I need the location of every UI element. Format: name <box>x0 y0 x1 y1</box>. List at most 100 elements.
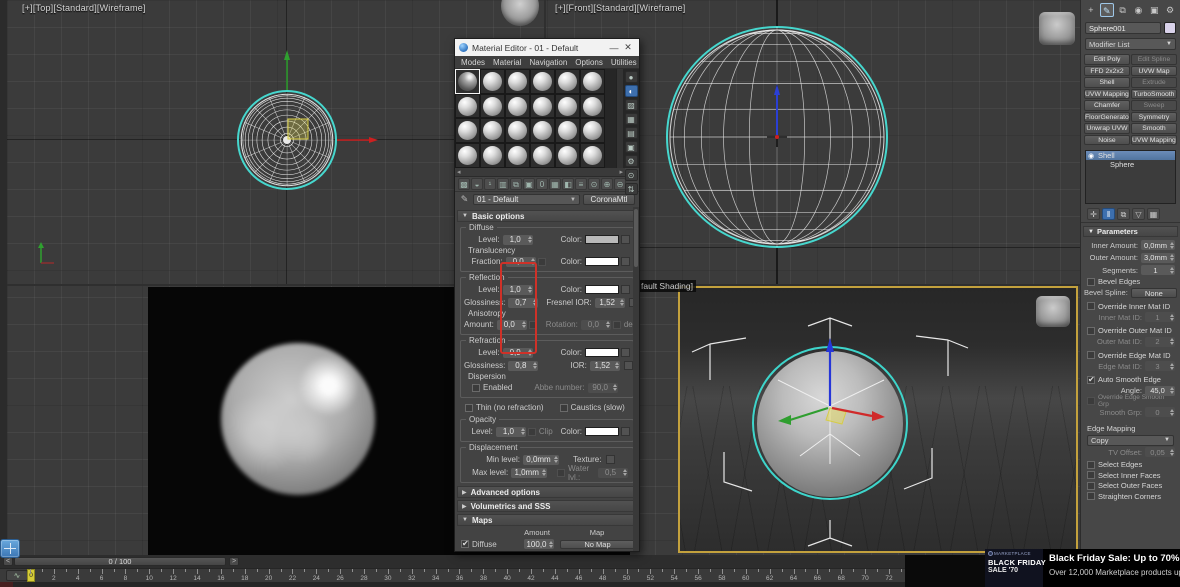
toolbar-icon[interactable]: ▥ <box>497 178 509 190</box>
time-slider[interactable]: 0 / 100 <box>14 557 226 566</box>
material-editor-window[interactable]: Material Editor - 01 - Default — ✕ Modes… <box>454 38 640 552</box>
side-toolbar-icon[interactable]: ▤ <box>624 127 638 139</box>
select-checkbox[interactable] <box>1087 471 1095 480</box>
side-toolbar-icon[interactable]: ● <box>624 71 638 83</box>
toolbar-icon[interactable]: ⊙ <box>588 178 600 190</box>
material-sample-slot[interactable] <box>455 143 480 168</box>
viewport-label-front[interactable]: [+][Front][Standard][Wireframe] <box>555 3 686 13</box>
modifier-button[interactable]: FFD 2x2x2 <box>1084 65 1130 76</box>
material-sample-slot[interactable] <box>555 93 580 119</box>
rotation-map-checkbox[interactable] <box>612 320 621 329</box>
track-bar[interactable]: ∿ 0 2 4 6 8 10 12 14 16 18 20 22 24 26 28 30 32 34 36 38 40… <box>0 568 985 582</box>
modifier-stack-row[interactable]: ◉ Shell <box>1086 151 1175 160</box>
command-panel-tab-icon[interactable]: ✎ <box>1099 3 1114 17</box>
map-enable-checkbox[interactable] <box>461 539 469 548</box>
side-toolbar-icon[interactable]: ⊙ <box>624 169 638 181</box>
stack-toolbar-icon[interactable]: ‖ <box>1102 208 1115 220</box>
top-view-wireframe-sphere[interactable] <box>195 45 379 235</box>
thin-checkbox[interactable] <box>465 403 473 412</box>
modifier-button[interactable]: Edit Spline <box>1131 54 1177 65</box>
modifier-button[interactable]: UVW Map <box>1131 65 1177 76</box>
water-level-spinner[interactable]: 0,5 <box>598 467 628 478</box>
tv-offset-spinner[interactable]: 0,05 <box>1145 447 1175 457</box>
stack-toolbar-icon[interactable]: ✛ <box>1087 208 1100 220</box>
previous-frame-button[interactable]: < <box>3 557 13 566</box>
override-checkbox[interactable] <box>1087 326 1095 335</box>
material-sample-slot[interactable] <box>555 143 580 168</box>
caustics-checkbox[interactable] <box>559 403 568 412</box>
modifier-stack-row[interactable]: ◉ Sphere <box>1086 160 1175 169</box>
displacement-texture-button[interactable] <box>606 455 616 464</box>
object-name-field[interactable]: Sphere001 <box>1085 22 1161 34</box>
edge-mapping-dropdown[interactable]: Copy ▼ <box>1087 434 1174 446</box>
modifier-button[interactable]: Symmetry <box>1131 111 1177 122</box>
minimize-button[interactable]: — <box>607 43 621 53</box>
time-marker[interactable]: 0 <box>27 569 35 582</box>
material-sample-slot[interactable] <box>505 69 530 94</box>
auto-smooth-checkbox[interactable] <box>1087 375 1095 384</box>
sample-scrollbar[interactable] <box>616 69 623 168</box>
rotation-spinner[interactable]: 0,0 <box>580 319 611 330</box>
material-sample-slot[interactable] <box>480 118 505 144</box>
close-button[interactable]: ✕ <box>621 42 635 53</box>
menu-item[interactable]: Navigation <box>529 58 567 67</box>
perspective-scene[interactable] <box>680 288 1078 553</box>
material-sample-slot[interactable] <box>555 69 580 94</box>
rollout-parameters[interactable]: ▼ Parameters <box>1083 226 1178 237</box>
next-frame-button[interactable]: > <box>229 557 239 566</box>
mat-id-spinner[interactable]: 3 <box>1145 361 1175 371</box>
map-amount-spinner[interactable]: 100,0 <box>524 539 554 549</box>
toolbar-icon[interactable]: ◧ <box>562 178 574 190</box>
material-sample-slot[interactable] <box>480 143 505 168</box>
clip-checkbox[interactable] <box>527 427 536 436</box>
parameter-spinner[interactable]: 0,0mm <box>1141 240 1175 251</box>
angle-spinner[interactable]: 45,0 <box>1145 385 1175 396</box>
command-panel-tab-icon[interactable]: ⚙ <box>1163 3 1177 17</box>
modifier-button[interactable]: Smooth <box>1131 123 1177 134</box>
modifier-list-dropdown[interactable]: Modifier List ▼ <box>1085 38 1176 50</box>
stack-toolbar-icon[interactable]: ▦ <box>1147 208 1160 220</box>
material-sample-slot[interactable] <box>505 118 530 144</box>
modifier-button[interactable]: Noise <box>1084 134 1130 145</box>
side-toolbar-icon[interactable]: ⚙ <box>624 155 638 167</box>
side-toolbar-icon[interactable]: ▨ <box>624 99 638 111</box>
refraction-map-button[interactable] <box>621 348 630 357</box>
material-sample-slot[interactable] <box>455 118 480 144</box>
stack-toolbar-icon[interactable]: ▽ <box>1132 208 1145 220</box>
material-sample-slot[interactable] <box>455 93 480 119</box>
toolbar-icon[interactable]: ¹ <box>484 178 496 190</box>
side-toolbar-icon[interactable]: ◐ <box>624 85 638 97</box>
menu-item[interactable]: Modes <box>461 58 485 67</box>
menu-item[interactable]: Utilities <box>611 58 637 67</box>
object-color-swatch[interactable] <box>1164 22 1176 34</box>
translucency-checkbox[interactable] <box>537 257 546 266</box>
toolbar-icon[interactable]: ▦ <box>549 178 561 190</box>
refraction-glossiness-spinner[interactable]: 0,8 <box>508 360 539 371</box>
material-sample-slot[interactable] <box>480 93 505 119</box>
material-sample-slot[interactable] <box>480 69 505 94</box>
mat-id-spinner[interactable]: 2 <box>1145 336 1175 347</box>
material-sample-slot[interactable] <box>505 93 530 119</box>
map-amount-spinner[interactable]: 100,0 <box>524 551 554 552</box>
modifier-button[interactable]: Unwrap UVW <box>1084 123 1130 134</box>
translucency-color-swatch[interactable] <box>585 257 619 266</box>
map-slot-button[interactable]: No Map <box>560 552 635 553</box>
side-toolbar-icon[interactable]: ⇅ <box>624 183 638 195</box>
toolbar-icon[interactable]: ⧉ <box>510 178 522 190</box>
command-panel-tab-icon[interactable]: ⧉ <box>1116 3 1130 17</box>
menu-item[interactable]: Material <box>493 58 521 67</box>
max-level-spinner[interactable]: 1,0mm <box>511 467 548 478</box>
parameter-spinner[interactable]: 1 <box>1141 265 1175 276</box>
toolbar-icon[interactable]: ≡ <box>575 178 587 190</box>
smooth-grp-spinner[interactable]: 0 <box>1145 407 1175 417</box>
translucency-map-button[interactable] <box>621 257 630 266</box>
diffuse-color-swatch[interactable] <box>585 235 619 244</box>
viewport-label-perspective[interactable]: fault Shading] <box>638 280 696 292</box>
material-editor-scrollbar[interactable] <box>633 207 639 551</box>
viewcube-front-icon[interactable] <box>1039 12 1075 45</box>
material-sample-slot[interactable] <box>555 118 580 144</box>
command-panel-tab-icon[interactable]: ▣ <box>1147 3 1161 17</box>
material-sample-slot[interactable] <box>580 118 605 144</box>
parameter-spinner[interactable]: 3,0mm <box>1141 252 1175 263</box>
viewcube-perspective-icon[interactable] <box>1036 296 1070 327</box>
